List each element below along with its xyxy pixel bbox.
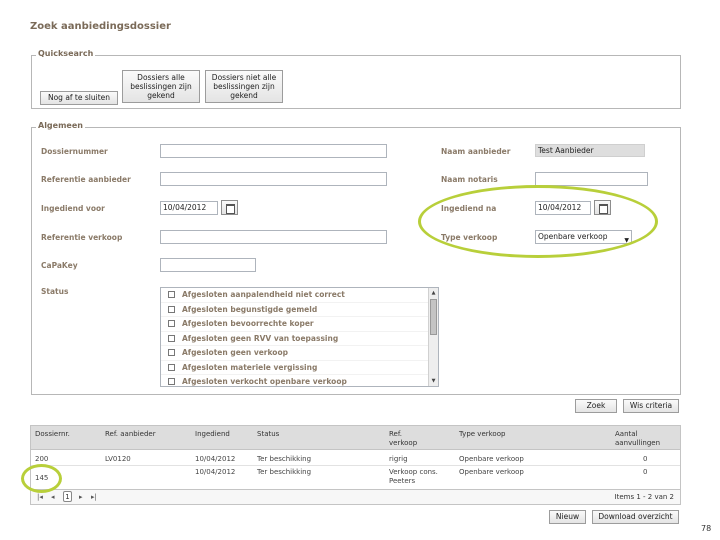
status-checkbox[interactable]: [168, 334, 175, 342]
status-option[interactable]: Afgesloten begunstigde gemeld: [161, 303, 438, 317]
cell-aantal: 0: [643, 455, 648, 463]
table-row[interactable]: 145 10/04/2012 Ter beschikking Verkoop c…: [31, 465, 680, 489]
naam-notaris-label: Naam notaris: [441, 175, 498, 184]
current-page[interactable]: 1: [63, 491, 72, 502]
dossiers-alle-line3: gekend: [147, 91, 175, 100]
dossiers-niet-alle-line2: beslissingen zijn: [213, 82, 275, 91]
ref-verkoop-header-line1: Ref.: [389, 430, 403, 438]
referentie-aanbieder-field[interactable]: [160, 172, 387, 186]
column-header-aantal-aanvullingen[interactable]: Aantal aanvullingen: [615, 430, 660, 448]
dossiernummer-field[interactable]: [160, 144, 387, 158]
cell-status: Ter beschikking: [257, 455, 312, 463]
table-header: Dossiernr. Ref. aanbieder Ingediend Stat…: [31, 426, 680, 450]
prev-page-icon[interactable]: ◂: [51, 493, 55, 501]
status-scrollbar[interactable]: ▲ ▼: [428, 288, 438, 386]
status-option-label: Afgesloten geen RVV van toepassing: [182, 333, 339, 343]
naam-aanbieder-field: Test Aanbieder: [535, 144, 645, 157]
pager: |◂ ◂ 1 ▸ ▸| Items 1 - 2 van 2: [31, 489, 680, 504]
status-checkbox[interactable]: [168, 378, 175, 386]
dossiers-niet-alle-line3: gekend: [230, 91, 258, 100]
status-option[interactable]: Afgesloten geen verkoop: [161, 346, 438, 361]
status-listbox[interactable]: Afgesloten aanpalendheid niet correct Af…: [160, 287, 439, 387]
next-page-icon[interactable]: ▸: [79, 493, 83, 501]
column-header-type-verkoop[interactable]: Type verkoop: [459, 430, 505, 439]
highlight-ellipse-criteria: [418, 185, 658, 258]
dossiernummer-label: Dossiernummer: [41, 147, 108, 156]
cell-ref-verkoop: Verkoop cons. Peeters: [389, 468, 438, 486]
referentie-verkoop-label: Referentie verkoop: [41, 233, 123, 242]
status-checkbox[interactable]: [168, 349, 175, 357]
referentie-verkoop-field[interactable]: [160, 230, 387, 244]
status-option[interactable]: Afgesloten aanpalendheid niet correct: [161, 288, 438, 303]
dossiers-alle-line2: beslissingen zijn: [130, 82, 192, 91]
capakey-label: CaPaKey: [41, 261, 78, 270]
cell-type-verkoop: Openbare verkoop: [459, 468, 524, 476]
last-page-icon[interactable]: ▸|: [91, 493, 97, 501]
scrollbar-thumb[interactable]: [430, 299, 437, 335]
status-option[interactable]: Afgesloten bevoorrechte koper: [161, 317, 438, 332]
status-option[interactable]: Afgesloten materiele vergissing: [161, 361, 438, 375]
cell-ref-verkoop-line2: Peeters: [389, 477, 416, 485]
status-option[interactable]: Afgesloten verkocht openbare verkoop: [161, 375, 438, 387]
naam-notaris-field[interactable]: [535, 172, 648, 186]
status-option-label: Afgesloten verkocht openbare verkoop: [182, 377, 347, 387]
cell-type-verkoop: Openbare verkoop: [459, 455, 524, 463]
wis-criteria-button[interactable]: Wis criteria: [623, 399, 679, 413]
aantal-header-line1: Aantal: [615, 430, 638, 438]
column-header-ingediend[interactable]: Ingediend: [195, 430, 230, 439]
cell-ref-verkoop-line1: Verkoop cons.: [389, 468, 438, 476]
ingediend-voor-label: Ingediend voor: [41, 204, 105, 213]
dossiers-alle-beslissingen-button[interactable]: Dossiers alle beslissingen zijn gekend: [122, 70, 200, 103]
column-header-status[interactable]: Status: [257, 430, 279, 439]
ingediend-voor-calendar-icon[interactable]: [221, 200, 238, 215]
referentie-aanbieder-label: Referentie aanbieder: [41, 175, 131, 184]
nog-af-te-sluiten-button[interactable]: Nog af te sluiten: [40, 91, 118, 105]
zoek-button[interactable]: Zoek: [575, 399, 617, 413]
status-option-label: Afgesloten begunstigde gemeld: [182, 304, 318, 314]
cell-ref-aanbieder: LV0120: [105, 455, 131, 463]
dossiers-niet-alle-line1: Dossiers niet alle: [211, 73, 277, 82]
cell-ingediend: 10/04/2012: [195, 468, 236, 476]
cell-dossiernr[interactable]: 200: [35, 455, 48, 464]
slide-number: 78: [701, 524, 712, 533]
column-header-ref-verkoop[interactable]: Ref. verkoop: [389, 430, 417, 448]
highlight-ellipse-row: [21, 464, 62, 493]
capakey-field[interactable]: [160, 258, 256, 272]
ref-verkoop-header-line2: verkoop: [389, 439, 418, 447]
cell-aantal: 0: [643, 468, 648, 476]
status-checkbox[interactable]: [168, 291, 175, 299]
column-header-ref-aanbieder[interactable]: Ref. aanbieder: [105, 430, 156, 439]
table-row[interactable]: 200 LV0120 10/04/2012 Ter beschikking ri…: [31, 453, 680, 465]
cell-status: Ter beschikking: [257, 468, 312, 476]
cell-ref-verkoop: rigrig: [389, 455, 408, 463]
scroll-down-icon[interactable]: ▼: [430, 377, 437, 385]
status-option-label: Afgesloten materiele vergissing: [182, 362, 318, 372]
naam-aanbieder-label: Naam aanbieder: [441, 147, 511, 156]
nieuw-button[interactable]: Nieuw: [549, 510, 586, 524]
first-page-icon[interactable]: |◂: [37, 493, 43, 501]
column-header-dossiernr[interactable]: Dossiernr.: [35, 430, 70, 439]
status-option-label: Afgesloten bevoorrechte koper: [182, 319, 314, 329]
page-title: Zoek aanbiedingsdossier: [30, 21, 171, 32]
dossiers-niet-alle-beslissingen-button[interactable]: Dossiers niet alle beslissingen zijn gek…: [205, 70, 283, 103]
cell-ingediend: 10/04/2012: [195, 455, 236, 463]
ingediend-voor-field[interactable]: 10/04/2012: [160, 201, 218, 215]
quicksearch-legend: Quicksearch: [36, 49, 96, 58]
scroll-up-icon[interactable]: ▲: [430, 289, 437, 297]
status-option[interactable]: Afgesloten geen RVV van toepassing: [161, 332, 438, 346]
status-option-label: Afgesloten aanpalendheid niet correct: [182, 290, 345, 300]
status-checkbox[interactable]: [168, 320, 175, 328]
status-checkbox[interactable]: [168, 305, 175, 313]
algemeen-legend: Algemeen: [36, 121, 85, 130]
aantal-header-line2: aanvullingen: [615, 439, 661, 447]
status-label: Status: [41, 287, 69, 296]
dossiers-alle-line1: Dossiers alle: [137, 73, 185, 82]
status-option-label: Afgesloten geen verkoop: [182, 348, 288, 358]
results-table: Dossiernr. Ref. aanbieder Ingediend Stat…: [30, 425, 681, 505]
status-checkbox[interactable]: [168, 363, 175, 371]
items-count: Items 1 - 2 van 2: [614, 493, 674, 501]
download-overzicht-button[interactable]: Download overzicht: [592, 510, 679, 524]
